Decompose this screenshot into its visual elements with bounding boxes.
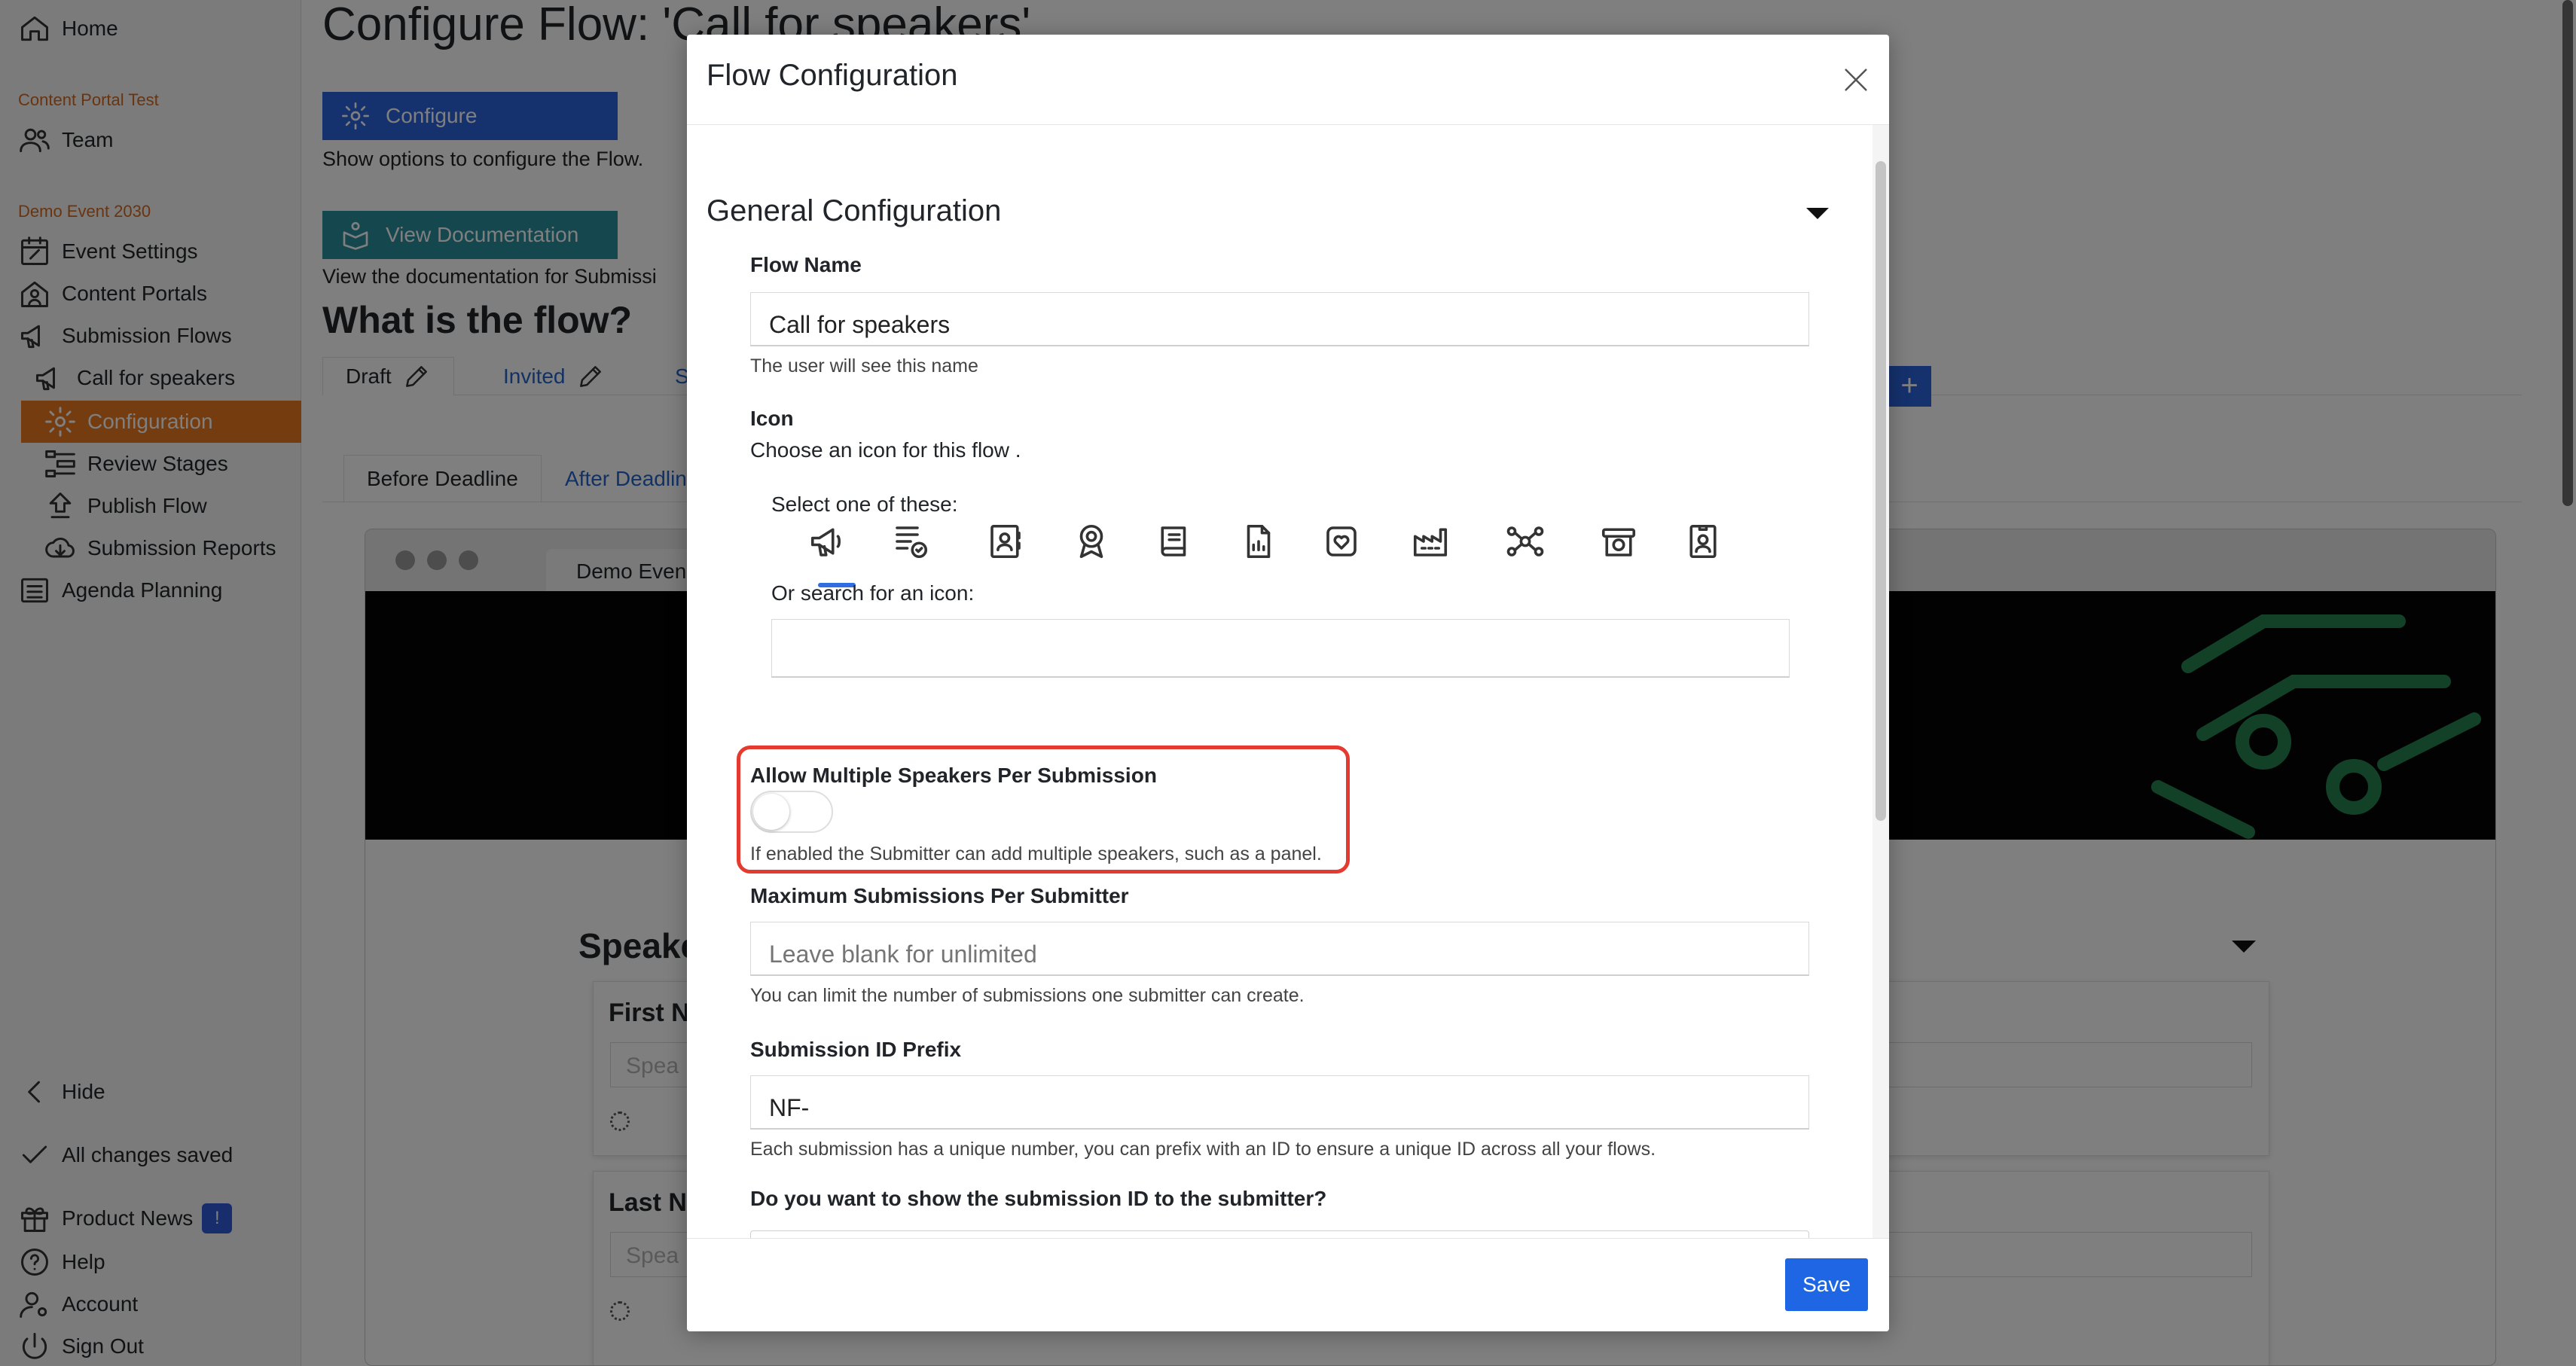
contact-card-icon bbox=[990, 524, 1021, 559]
section-title: General Configuration bbox=[707, 194, 1002, 227]
modal-header: Flow Configuration bbox=[687, 35, 1889, 125]
search-icon-label: Or search for an icon: bbox=[771, 581, 975, 605]
multiple-speakers-toggle[interactable] bbox=[750, 791, 833, 833]
modal-body: General Configuration Flow Name The user… bbox=[687, 125, 1889, 1271]
modal-title: Flow Configuration bbox=[707, 59, 958, 92]
sticker-icon bbox=[1326, 526, 1357, 556]
icon-option[interactable] bbox=[1321, 521, 1362, 562]
max-submissions-input[interactable] bbox=[750, 922, 1809, 976]
icon-help: Choose an icon for this flow . bbox=[750, 438, 1021, 462]
icon-option[interactable] bbox=[890, 521, 931, 562]
megaphone-icon bbox=[810, 528, 841, 556]
factory-icon bbox=[1413, 528, 1448, 556]
toggle-knob bbox=[753, 794, 789, 830]
flow-name-label: Flow Name bbox=[750, 253, 862, 276]
scrollbar-thumb[interactable] bbox=[1876, 161, 1886, 821]
flow-configuration-modal: Flow Configuration General Configuration… bbox=[687, 35, 1889, 1331]
save-button[interactable]: Save bbox=[1785, 1258, 1868, 1311]
id-prefix-help: Each submission has a unique number, you… bbox=[750, 1139, 1656, 1160]
gift-box-icon bbox=[1601, 528, 1636, 556]
icon-option[interactable] bbox=[1238, 521, 1279, 562]
max-submissions-help: You can limit the number of submissions … bbox=[750, 985, 1305, 1006]
multiple-speakers-label: Allow Multiple Speakers Per Submission bbox=[750, 764, 1157, 787]
icon-option[interactable] bbox=[1071, 521, 1112, 562]
flow-name-input[interactable] bbox=[750, 292, 1809, 346]
checklist-icon bbox=[896, 526, 928, 559]
icon-label: Icon bbox=[750, 407, 794, 430]
close-icon[interactable] bbox=[1841, 65, 1871, 95]
icon-option[interactable] bbox=[1410, 521, 1451, 562]
icon-option[interactable] bbox=[1683, 521, 1723, 562]
flow-name-help: The user will see this name bbox=[750, 355, 978, 377]
award-icon bbox=[1079, 524, 1103, 559]
collapse-caret-icon[interactable] bbox=[1806, 208, 1829, 219]
report-icon bbox=[1247, 524, 1271, 559]
multiple-speakers-help: If enabled the Submitter can add multipl… bbox=[750, 843, 1322, 864]
network-icon bbox=[1506, 526, 1544, 556]
select-icon-label: Select one of these: bbox=[771, 492, 958, 516]
modal-scrollbar[interactable] bbox=[1872, 125, 1889, 1238]
id-prefix-label: Submission ID Prefix bbox=[750, 1038, 962, 1061]
icon-search-input[interactable] bbox=[771, 619, 1790, 678]
icon-picker bbox=[807, 521, 1741, 581]
show-id-label: Do you want to show the submission ID to… bbox=[750, 1187, 1327, 1210]
icon-option[interactable] bbox=[1598, 521, 1639, 562]
book-icon bbox=[1161, 526, 1186, 556]
icon-option[interactable] bbox=[1154, 521, 1195, 562]
badge-icon bbox=[1689, 524, 1717, 559]
icon-option[interactable] bbox=[807, 521, 848, 562]
max-submissions-label: Maximum Submissions Per Submitter bbox=[750, 884, 1129, 907]
icon-option[interactable] bbox=[985, 521, 1026, 562]
icon-option[interactable] bbox=[1505, 521, 1546, 562]
id-prefix-input[interactable] bbox=[750, 1075, 1809, 1130]
modal-footer: Save bbox=[687, 1238, 1889, 1331]
